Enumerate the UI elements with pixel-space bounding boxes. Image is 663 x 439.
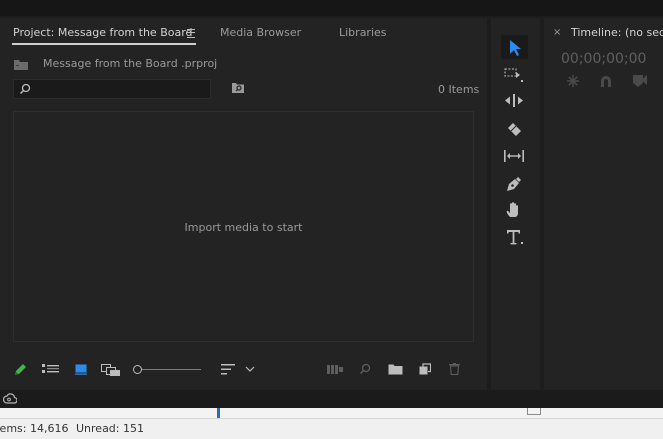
zoom-slider-track bbox=[139, 369, 201, 370]
creative-cloud-icon[interactable] bbox=[3, 393, 17, 404]
new-item-icon[interactable] bbox=[419, 363, 431, 375]
tools-panel bbox=[491, 18, 540, 390]
background-window bbox=[0, 408, 663, 418]
tab-timeline[interactable]: Timeline: (no sequ bbox=[571, 26, 663, 39]
freeform-view-icon[interactable] bbox=[101, 364, 121, 376]
top-strip bbox=[0, 0, 663, 16]
status-items-count: Items: 14,616 bbox=[0, 422, 69, 435]
search-input[interactable] bbox=[36, 82, 204, 96]
project-file-name: Message from the Board .prproj bbox=[43, 57, 218, 70]
tab-project-underline bbox=[12, 43, 196, 45]
empty-message: Import media to start bbox=[184, 221, 303, 234]
snap-settings-icon[interactable] bbox=[566, 74, 580, 88]
slip-tool-icon[interactable] bbox=[503, 148, 525, 164]
tab-media-browser[interactable]: Media Browser bbox=[220, 26, 301, 39]
automate-to-sequence-icon[interactable] bbox=[327, 364, 343, 375]
find-icon[interactable] bbox=[359, 363, 371, 375]
project-panel: Project: Message from the Board Media Br… bbox=[0, 18, 487, 390]
background-window-accent bbox=[217, 408, 220, 418]
media-drop-area[interactable]: Import media to start bbox=[13, 111, 474, 342]
chevron-down-icon[interactable] bbox=[245, 366, 255, 372]
track-select-tool-icon[interactable] bbox=[504, 66, 524, 82]
new-search-bin-icon[interactable] bbox=[231, 82, 245, 94]
zoom-slider-handle[interactable] bbox=[133, 365, 142, 374]
timecode[interactable]: 00;00;00;00 bbox=[561, 51, 646, 67]
type-tool-icon[interactable] bbox=[506, 229, 524, 247]
selection-tool-button[interactable] bbox=[501, 35, 528, 59]
tab-libraries[interactable]: Libraries bbox=[339, 26, 387, 39]
new-bin-icon[interactable] bbox=[388, 364, 403, 375]
razor-tool-icon[interactable] bbox=[505, 120, 523, 138]
pen-tool-icon[interactable] bbox=[505, 175, 523, 193]
status-unread-count: Unread: 151 bbox=[76, 422, 144, 435]
tab-project[interactable]: Project: Message from the Board bbox=[13, 26, 193, 39]
add-marker-icon[interactable] bbox=[632, 74, 648, 88]
pencil-write-icon[interactable] bbox=[13, 363, 27, 377]
zoom-slider[interactable] bbox=[133, 365, 203, 375]
status-bar: Items: 14,616 Unread: 151 bbox=[0, 418, 663, 439]
icon-view-icon[interactable] bbox=[75, 364, 87, 375]
item-count: 0 Items bbox=[438, 83, 480, 96]
background-window-box bbox=[527, 408, 541, 415]
list-view-icon[interactable] bbox=[42, 364, 59, 375]
selection-tool-icon bbox=[510, 40, 521, 56]
sort-icons-icon[interactable] bbox=[221, 364, 235, 375]
search-field[interactable] bbox=[13, 79, 211, 99]
trash-icon[interactable] bbox=[449, 363, 460, 375]
search-icon bbox=[19, 83, 31, 95]
timeline-panel: × Timeline: (no sequ 00;00;00;00 bbox=[544, 18, 663, 390]
project-bin-icon bbox=[13, 59, 29, 71]
panel-footer-bar bbox=[0, 390, 663, 408]
hamburger-menu-icon[interactable] bbox=[187, 29, 195, 38]
close-timeline-icon[interactable]: × bbox=[553, 27, 561, 38]
magnet-snap-icon[interactable] bbox=[600, 75, 612, 87]
hand-tool-icon[interactable] bbox=[505, 201, 523, 219]
ripple-edit-tool-icon[interactable] bbox=[504, 93, 524, 109]
